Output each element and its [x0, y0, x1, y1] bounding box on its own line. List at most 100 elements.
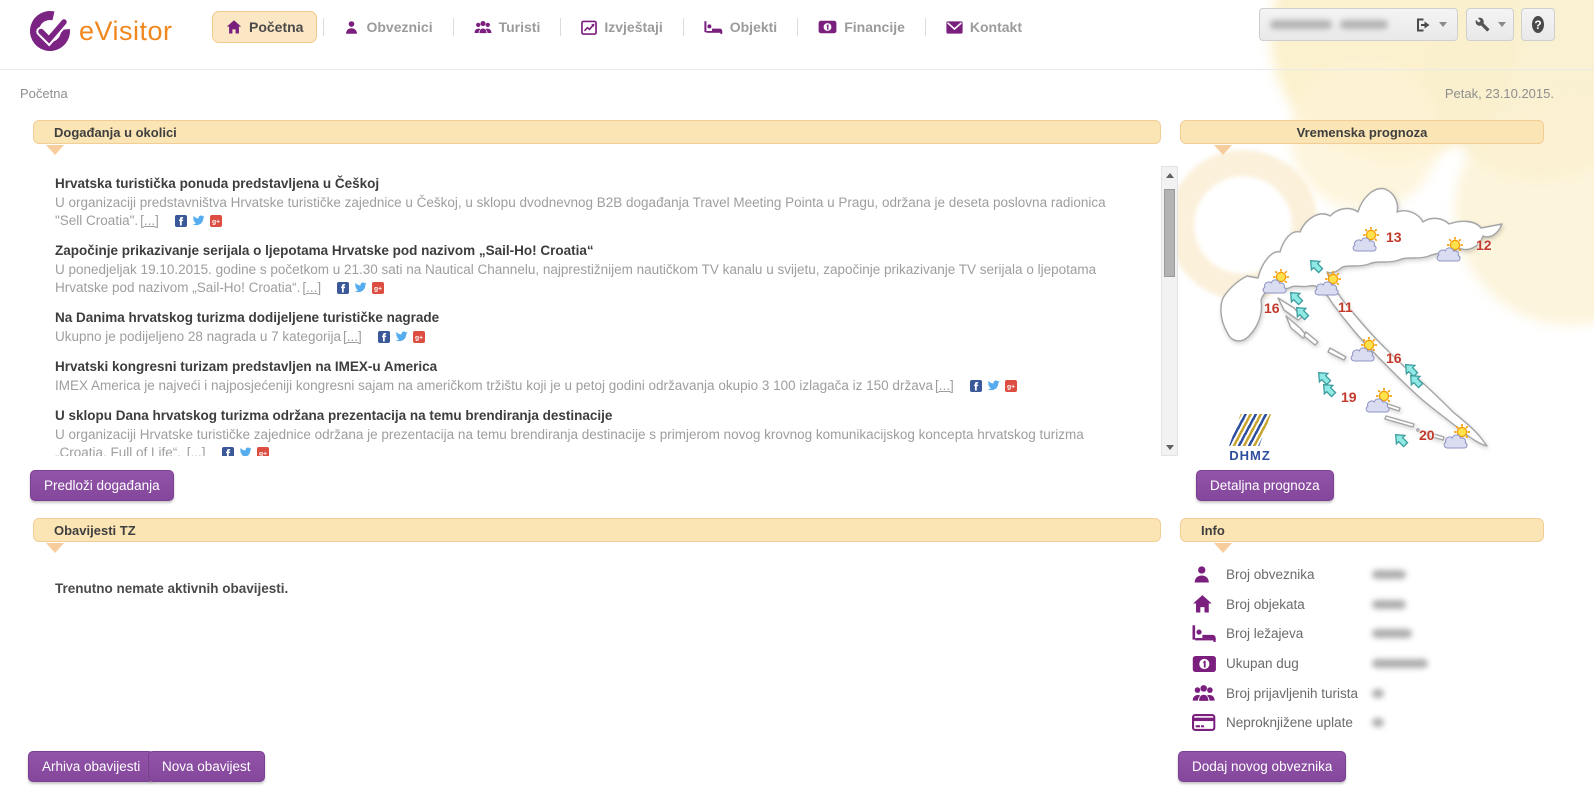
svg-text:g+: g+: [374, 286, 382, 293]
svg-text:g+: g+: [259, 451, 267, 456]
notices-archive-button[interactable]: Arhiva obavijesti: [28, 751, 154, 782]
nav-item-financije[interactable]: Financije: [804, 11, 919, 43]
news-title[interactable]: Hrvatski kongresni turizam predstavljen …: [55, 359, 1130, 374]
sun-cloud-icon: [1363, 387, 1399, 413]
info-panel-header: Info: [1180, 518, 1544, 542]
top-bar: eVisitor Početna Obveznici Turisti Izvješta…: [0, 0, 1594, 70]
house-icon: [1192, 596, 1226, 612]
info-rows: Broj obveznikaBroj objekataBroj ležajeva…: [1192, 560, 1552, 738]
read-more-link[interactable]: [...]: [935, 378, 954, 393]
info-value-redacted: [1372, 600, 1406, 609]
nav-item-label: Financije: [844, 19, 905, 35]
info-value-redacted: [1372, 629, 1412, 638]
nav-separator: [560, 18, 561, 36]
sun-cloud-icon: [1434, 236, 1470, 262]
twitter-icon[interactable]: [987, 379, 1000, 392]
user-name-redacted: [1270, 20, 1332, 29]
facebook-icon[interactable]: [337, 282, 349, 294]
temperature-label: 19: [1341, 389, 1357, 405]
news-item: Na Danima hrvatskog turizma dodijeljene …: [55, 310, 1130, 346]
twitter-icon[interactable]: [395, 330, 408, 343]
scroll-down-button[interactable]: [1162, 439, 1177, 455]
bed-icon: [1192, 626, 1226, 641]
detailed-forecast-button[interactable]: Detaljna prognoza: [1196, 470, 1334, 501]
info-panel-title: Info: [1201, 523, 1225, 538]
info-label: Broj prijavljenih turista: [1226, 686, 1366, 701]
dhmz-stripes-icon: [1229, 414, 1271, 446]
twitter-icon[interactable]: [192, 214, 205, 227]
news-body: U organizaciji Hrvatske turističke zajed…: [55, 426, 1123, 456]
help-button[interactable]: ?: [1521, 8, 1555, 41]
logout-icon: [1415, 17, 1431, 33]
google-plus-icon[interactable]: g+: [257, 447, 269, 456]
nav-item-label: Objekti: [730, 19, 777, 35]
add-new-obligor-button[interactable]: Dodaj novog obveznika: [1178, 751, 1346, 782]
scrollbar-thumb[interactable]: [1164, 189, 1175, 277]
notices-panel-header: Obavijesti TZ: [33, 518, 1161, 542]
nav-item-izvje-taji[interactable]: Izvještaji: [567, 11, 676, 43]
news-body-text: U ponedjeljak 19.10.2015. godine s počet…: [55, 262, 1096, 295]
sun-cloud-icon: [1348, 336, 1384, 362]
google-plus-icon[interactable]: g+: [1005, 380, 1017, 392]
news-item: Hrvatski kongresni turizam predstavljen …: [55, 359, 1130, 395]
weather-panel-header: Vremenska prognoza: [1180, 120, 1544, 144]
google-plus-icon[interactable]: g+: [413, 331, 425, 343]
facebook-icon[interactable]: [222, 447, 234, 456]
scroll-up-button[interactable]: [1162, 167, 1177, 183]
evisitor-logo[interactable]: eVisitor: [28, 9, 173, 53]
google-plus-icon[interactable]: g+: [372, 282, 384, 294]
twitter-icon[interactable]: [239, 446, 252, 456]
suggest-events-button[interactable]: Predloži događanja: [30, 470, 174, 501]
person-icon: [344, 20, 359, 35]
notices-panel-title: Obavijesti TZ: [54, 523, 136, 538]
nav-item-label: Početna: [249, 19, 303, 35]
info-row: Broj obveznika: [1192, 560, 1552, 590]
nav-item-label: Kontakt: [970, 19, 1022, 35]
user-session-button[interactable]: [1259, 8, 1458, 41]
info-row: Broj objekata: [1192, 590, 1552, 620]
news-body-text: U organizaciji Hrvatske turističke zajed…: [55, 427, 1084, 456]
nav-item-label: Turisti: [499, 19, 541, 35]
events-list: Hrvatska turistička ponuda predstavljena…: [40, 162, 1150, 456]
current-date-label: Petak, 23.10.2015.: [1445, 86, 1554, 101]
facebook-icon[interactable]: [378, 331, 390, 343]
nav-item-objekti[interactable]: Objekti: [690, 11, 791, 43]
logo-wordmark: eVisitor: [79, 16, 173, 47]
nav-item-po-etna[interactable]: Početna: [212, 11, 317, 43]
caret-down-icon: [1439, 22, 1447, 27]
info-label: Broj obveznika: [1226, 567, 1366, 582]
news-title[interactable]: Na Danima hrvatskog turizma dodijeljene …: [55, 310, 1130, 325]
temperature-label: 11: [1338, 299, 1353, 315]
nav-item-kontakt[interactable]: Kontakt: [932, 11, 1036, 43]
dhmz-logo: DHMZ: [1224, 414, 1276, 463]
read-more-link[interactable]: [...]: [187, 445, 206, 456]
card-icon: [1192, 716, 1226, 729]
facebook-icon[interactable]: [970, 380, 982, 392]
read-more-link[interactable]: [...]: [343, 329, 362, 344]
read-more-link[interactable]: [...]: [140, 213, 159, 228]
facebook-icon[interactable]: [175, 215, 187, 227]
dhmz-label: DHMZ: [1224, 448, 1276, 463]
new-notice-button[interactable]: Nova obavijest: [148, 751, 265, 782]
panel-pointer: [46, 543, 64, 553]
news-title[interactable]: Hrvatska turistička ponuda predstavljena…: [55, 176, 1130, 191]
events-scrollbar[interactable]: [1161, 166, 1178, 456]
nav-item-turisti[interactable]: Turisti: [460, 11, 555, 43]
home-icon: [226, 19, 242, 35]
caret-down-icon: [1498, 22, 1506, 27]
tools-menu-button[interactable]: [1466, 8, 1514, 41]
info-label: Broj objekata: [1226, 597, 1366, 612]
share-icons: g+: [373, 329, 425, 344]
nav-item-obveznici[interactable]: Obveznici: [330, 11, 446, 43]
temperature-label: 20: [1419, 427, 1435, 443]
news-title[interactable]: U sklopu Dana hrvatskog turizma održana …: [55, 408, 1130, 423]
nav-separator: [453, 18, 454, 36]
read-more-link[interactable]: [...]: [302, 280, 321, 295]
google-plus-icon[interactable]: g+: [210, 215, 222, 227]
twitter-icon[interactable]: [354, 281, 367, 294]
person-icon: [1192, 567, 1226, 582]
svg-text:g+: g+: [415, 335, 423, 342]
breadcrumb: Početna: [20, 86, 68, 101]
news-title[interactable]: Započinje prikazivanje serijala o ljepot…: [55, 243, 1130, 258]
share-icons: g+: [170, 213, 222, 228]
